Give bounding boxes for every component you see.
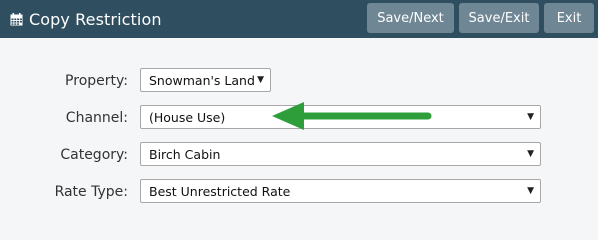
property-select-value: Snowman's Land <box>149 72 255 88</box>
save-next-button[interactable]: Save/Next <box>367 3 454 33</box>
exit-button[interactable]: Exit <box>544 3 594 33</box>
calendar-icon <box>10 12 23 25</box>
property-row: Property: Snowman's Land ▼ <box>0 68 598 94</box>
green-arrow-icon <box>272 102 432 130</box>
category-select[interactable]: Birch Cabin ▼ <box>140 142 541 166</box>
property-label: Property: <box>65 73 128 89</box>
rate-type-row: Rate Type: Best Unrestricted Rate ▼ <box>0 179 598 205</box>
channel-label: Channel: <box>65 110 128 126</box>
save-exit-button[interactable]: Save/Exit <box>459 3 539 33</box>
category-select-value: Birch Cabin <box>149 146 221 162</box>
page-title: Copy Restriction <box>10 0 162 38</box>
chevron-down-icon: ▼ <box>527 186 534 196</box>
chevron-down-icon: ▼ <box>527 112 534 122</box>
rate-type-select-value: Best Unrestricted Rate <box>149 183 291 199</box>
chevron-down-icon: ▼ <box>257 75 264 85</box>
property-select[interactable]: Snowman's Land ▼ <box>140 68 271 92</box>
channel-select-value: (House Use) <box>149 109 226 125</box>
header-bar: Copy Restriction Save/Next Save/Exit Exi… <box>0 0 598 38</box>
category-label: Category: <box>60 147 128 163</box>
category-row: Category: Birch Cabin ▼ <box>0 142 598 168</box>
rate-type-select[interactable]: Best Unrestricted Rate ▼ <box>140 179 541 203</box>
rate-type-label: Rate Type: <box>54 184 128 200</box>
chevron-down-icon: ▼ <box>527 149 534 159</box>
page-title-text: Copy Restriction <box>29 9 162 29</box>
